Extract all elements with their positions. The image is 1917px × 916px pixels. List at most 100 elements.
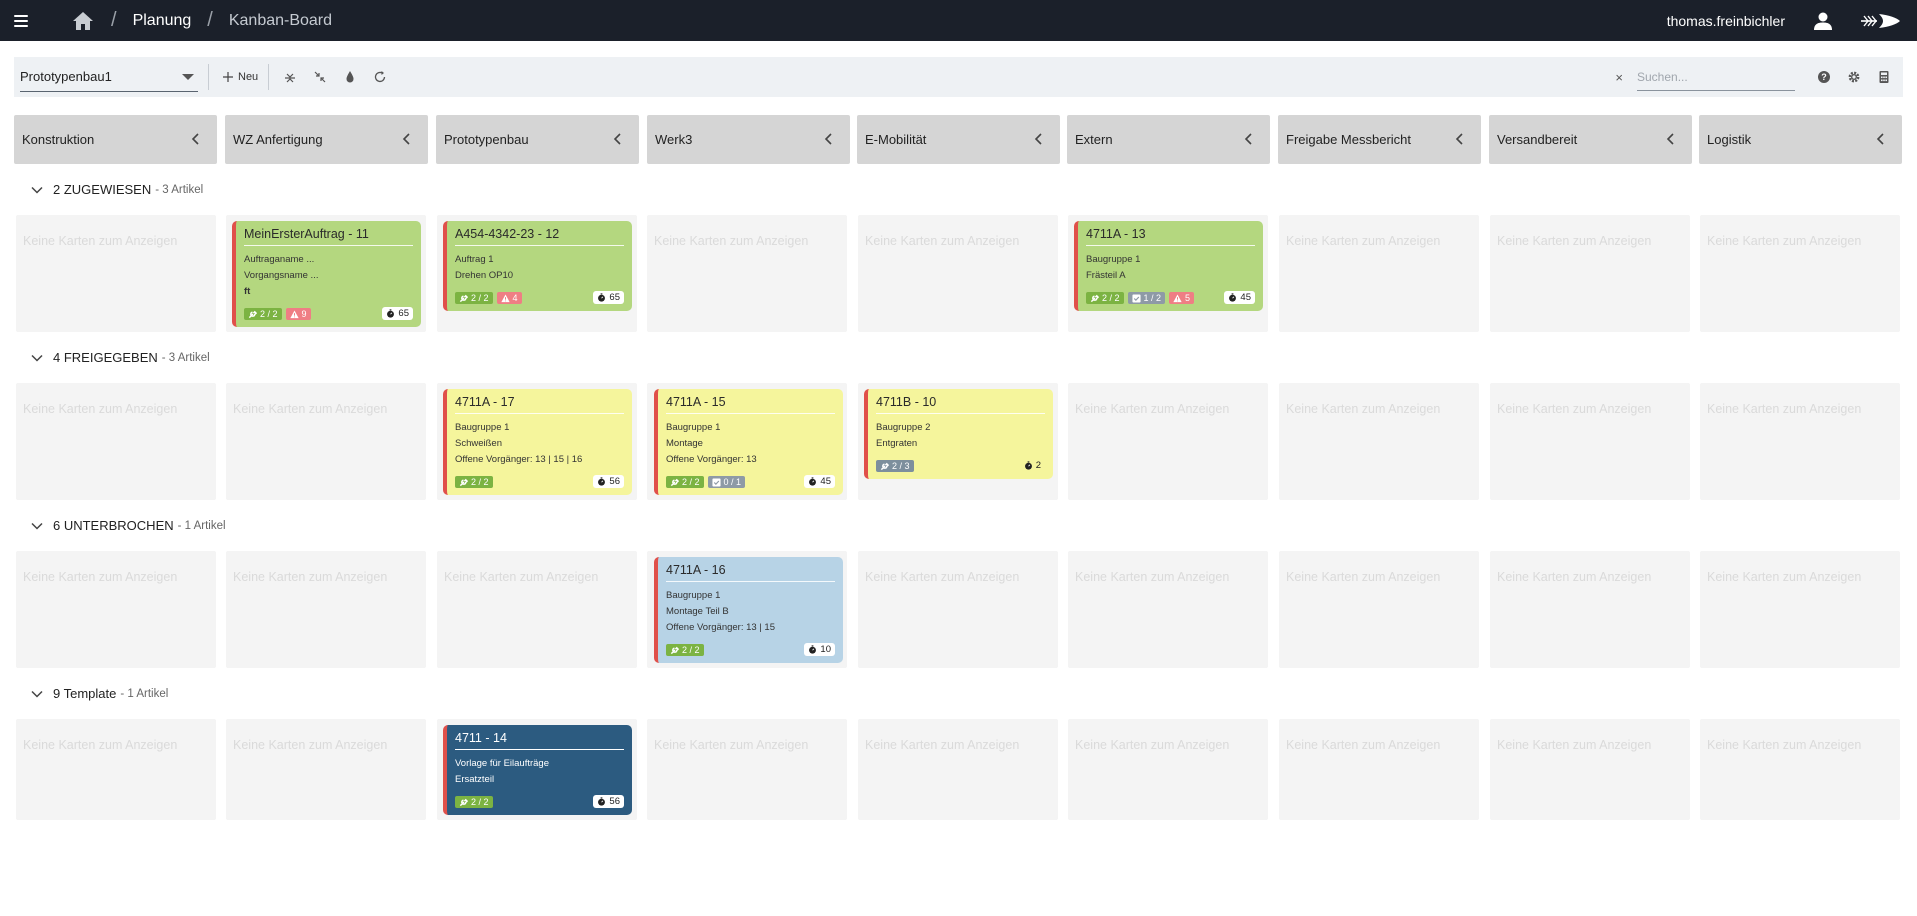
kanban-card[interactable]: 4711A - 17 Baugruppe 1 Schweißen Offene … xyxy=(443,389,632,495)
chevron-left-icon[interactable] xyxy=(189,132,203,146)
chevron-down-icon[interactable] xyxy=(30,519,44,533)
stopwatch-icon xyxy=(1229,293,1237,302)
badge-text: 5 xyxy=(1185,293,1191,303)
kanban-card[interactable]: 4711A - 15 Baugruppe 1 Montage Offene Vo… xyxy=(654,389,843,495)
toolbar-divider xyxy=(268,64,270,90)
group-header-zugewiesen[interactable]: 2 ZUGEWIESEN - 3 Artikel xyxy=(30,182,203,197)
help-icon[interactable]: ? xyxy=(1817,70,1831,84)
chevron-down-icon[interactable] xyxy=(30,687,44,701)
badge-text: 9 xyxy=(301,309,307,319)
user-icon[interactable] xyxy=(1813,11,1833,31)
home-icon[interactable] xyxy=(71,10,95,32)
card-title: 4711A - 16 xyxy=(666,563,835,582)
card-badges: 2 / 2 xyxy=(455,476,493,488)
kanban-card[interactable]: 4711A - 16 Baugruppe 1 Montage Teil B Of… xyxy=(654,557,843,663)
breadcrumb-planung[interactable]: Planung xyxy=(133,12,192,30)
chevron-left-icon[interactable] xyxy=(1664,132,1678,146)
card-line: Ersatzteil xyxy=(455,774,495,785)
kanban-card[interactable]: 4711A - 13 Baugruppe 1 Frästeil A 2 / 2 … xyxy=(1074,221,1263,311)
column-header-label: WZ Anfertigung xyxy=(233,132,323,147)
group-name: 6 UNTERBROCHEN xyxy=(53,518,174,533)
badge-text: 2 / 2 xyxy=(471,477,489,487)
lane: Keine Karten zum Anzeigen xyxy=(1279,383,1479,500)
menu-icon[interactable] xyxy=(14,11,36,31)
column-header-logistik[interactable]: Logistik xyxy=(1699,115,1902,164)
group-header-template[interactable]: 9 Template - 1 Artikel xyxy=(30,686,168,701)
stopwatch-icon xyxy=(387,309,395,318)
card-title: 4711A - 17 xyxy=(455,395,624,414)
empty-lane-text: Keine Karten zum Anzeigen xyxy=(1707,738,1862,752)
card-badges: 2 / 2 xyxy=(455,796,493,808)
chevron-left-icon[interactable] xyxy=(1874,132,1888,146)
calculator-icon[interactable] xyxy=(1877,70,1891,84)
color-drop-icon[interactable] xyxy=(343,70,357,84)
card-line: Montage xyxy=(666,438,703,449)
search-input[interactable] xyxy=(1637,63,1795,91)
toolbar-divider xyxy=(208,64,209,90)
empty-lane-text: Keine Karten zum Anzeigen xyxy=(23,570,178,584)
kanban-card[interactable]: 4711B - 10 Baugruppe 2 Entgraten 2 / 3 2 xyxy=(864,389,1053,479)
tool-badge: 2 / 2 xyxy=(666,476,704,488)
empty-lane-text: Keine Karten zum Anzeigen xyxy=(1075,570,1230,584)
column-header-prototypenbau[interactable]: Prototypenbau xyxy=(436,115,639,164)
card-line: Schweißen xyxy=(455,438,502,449)
lane: Keine Karten zum Anzeigen xyxy=(16,719,216,820)
group-name: 4 FREIGEGEBEN xyxy=(53,350,158,365)
card-line: ft xyxy=(244,286,251,297)
lane: Keine Karten zum Anzeigen xyxy=(1490,383,1690,500)
empty-lane-text: Keine Karten zum Anzeigen xyxy=(444,570,599,584)
timer-chip: 45 xyxy=(804,475,835,488)
empty-lane-text: Keine Karten zum Anzeigen xyxy=(233,402,388,416)
chevron-left-icon[interactable] xyxy=(1453,132,1467,146)
timer-value: 2 xyxy=(1035,460,1041,471)
badge-text: 2 / 3 xyxy=(892,461,910,471)
lane: Keine Karten zum Anzeigen xyxy=(1068,719,1268,820)
group-header-freigegeben[interactable]: 4 FREIGEGEBEN - 3 Artikel xyxy=(30,350,210,365)
card-line: Baugruppe 1 xyxy=(1086,254,1141,265)
badge-text: 2 / 2 xyxy=(471,293,489,303)
collapse-rows-icon[interactable] xyxy=(283,70,297,84)
user-name[interactable]: thomas.freinbichler xyxy=(1667,13,1785,29)
chevron-left-icon[interactable] xyxy=(822,132,836,146)
clear-search-button[interactable]: × xyxy=(1615,70,1623,85)
empty-lane-text: Keine Karten zum Anzeigen xyxy=(23,738,178,752)
kanban-card[interactable]: MeinErsterAuftrag - 11 Auftraganame ... … xyxy=(232,221,421,327)
column-header-wz-anfertigung[interactable]: WZ Anfertigung xyxy=(225,115,428,164)
new-button[interactable]: Neu xyxy=(219,63,262,91)
chevron-left-icon[interactable] xyxy=(1032,132,1046,146)
chevron-left-icon[interactable] xyxy=(1242,132,1256,146)
column-header-freigabe-messbericht[interactable]: Freigabe Messbericht xyxy=(1278,115,1481,164)
card-title: 4711A - 13 xyxy=(1086,227,1255,246)
collapse-columns-icon[interactable] xyxy=(313,70,327,84)
board-select[interactable]: Prototypenbau1 xyxy=(20,62,198,92)
kanban-card[interactable]: 4711 - 14 Vorlage für Eilaufträge Ersatz… xyxy=(443,725,632,815)
lane: Keine Karten zum Anzeigen xyxy=(858,551,1058,668)
chevron-down-icon[interactable] xyxy=(30,351,44,365)
group-count: - 1 Artikel xyxy=(120,687,169,700)
chevron-left-icon[interactable] xyxy=(611,132,625,146)
card-title: 4711B - 10 xyxy=(876,395,1045,414)
badge-text: 4 xyxy=(512,293,518,303)
card-line: Baugruppe 1 xyxy=(666,422,721,433)
settings-gear-icon[interactable] xyxy=(1847,70,1861,84)
group-header-unterbrochen[interactable]: 6 UNTERBROCHEN - 1 Artikel xyxy=(30,518,226,533)
empty-lane-text: Keine Karten zum Anzeigen xyxy=(654,738,809,752)
column-header-konstruktion[interactable]: Konstruktion xyxy=(14,115,217,164)
refresh-icon[interactable] xyxy=(373,70,387,84)
timer-value: 56 xyxy=(609,476,620,487)
column-header-werk3[interactable]: Werk3 xyxy=(647,115,850,164)
column-header-e-mobilitaet[interactable]: E-Mobilität xyxy=(857,115,1060,164)
timer-chip: 2 xyxy=(1020,459,1045,472)
column-header-label: E-Mobilität xyxy=(865,132,927,147)
column-header-extern[interactable]: Extern xyxy=(1067,115,1270,164)
empty-lane-text: Keine Karten zum Anzeigen xyxy=(1075,738,1230,752)
column-header-versandbereit[interactable]: Versandbereit xyxy=(1489,115,1692,164)
kanban-card[interactable]: A454-4342-23 - 12 Auftrag 1 Drehen OP10 … xyxy=(443,221,632,311)
card-line: Baugruppe 1 xyxy=(455,422,510,433)
card-line: Offene Vorgänger: 13 | 15 | 16 xyxy=(455,454,583,465)
chevron-down-icon[interactable] xyxy=(30,183,44,197)
chevron-left-icon[interactable] xyxy=(400,132,414,146)
lane: Keine Karten zum Anzeigen xyxy=(1490,719,1690,820)
timer-value: 10 xyxy=(820,644,831,655)
lane: Keine Karten zum Anzeigen xyxy=(1700,215,1900,332)
